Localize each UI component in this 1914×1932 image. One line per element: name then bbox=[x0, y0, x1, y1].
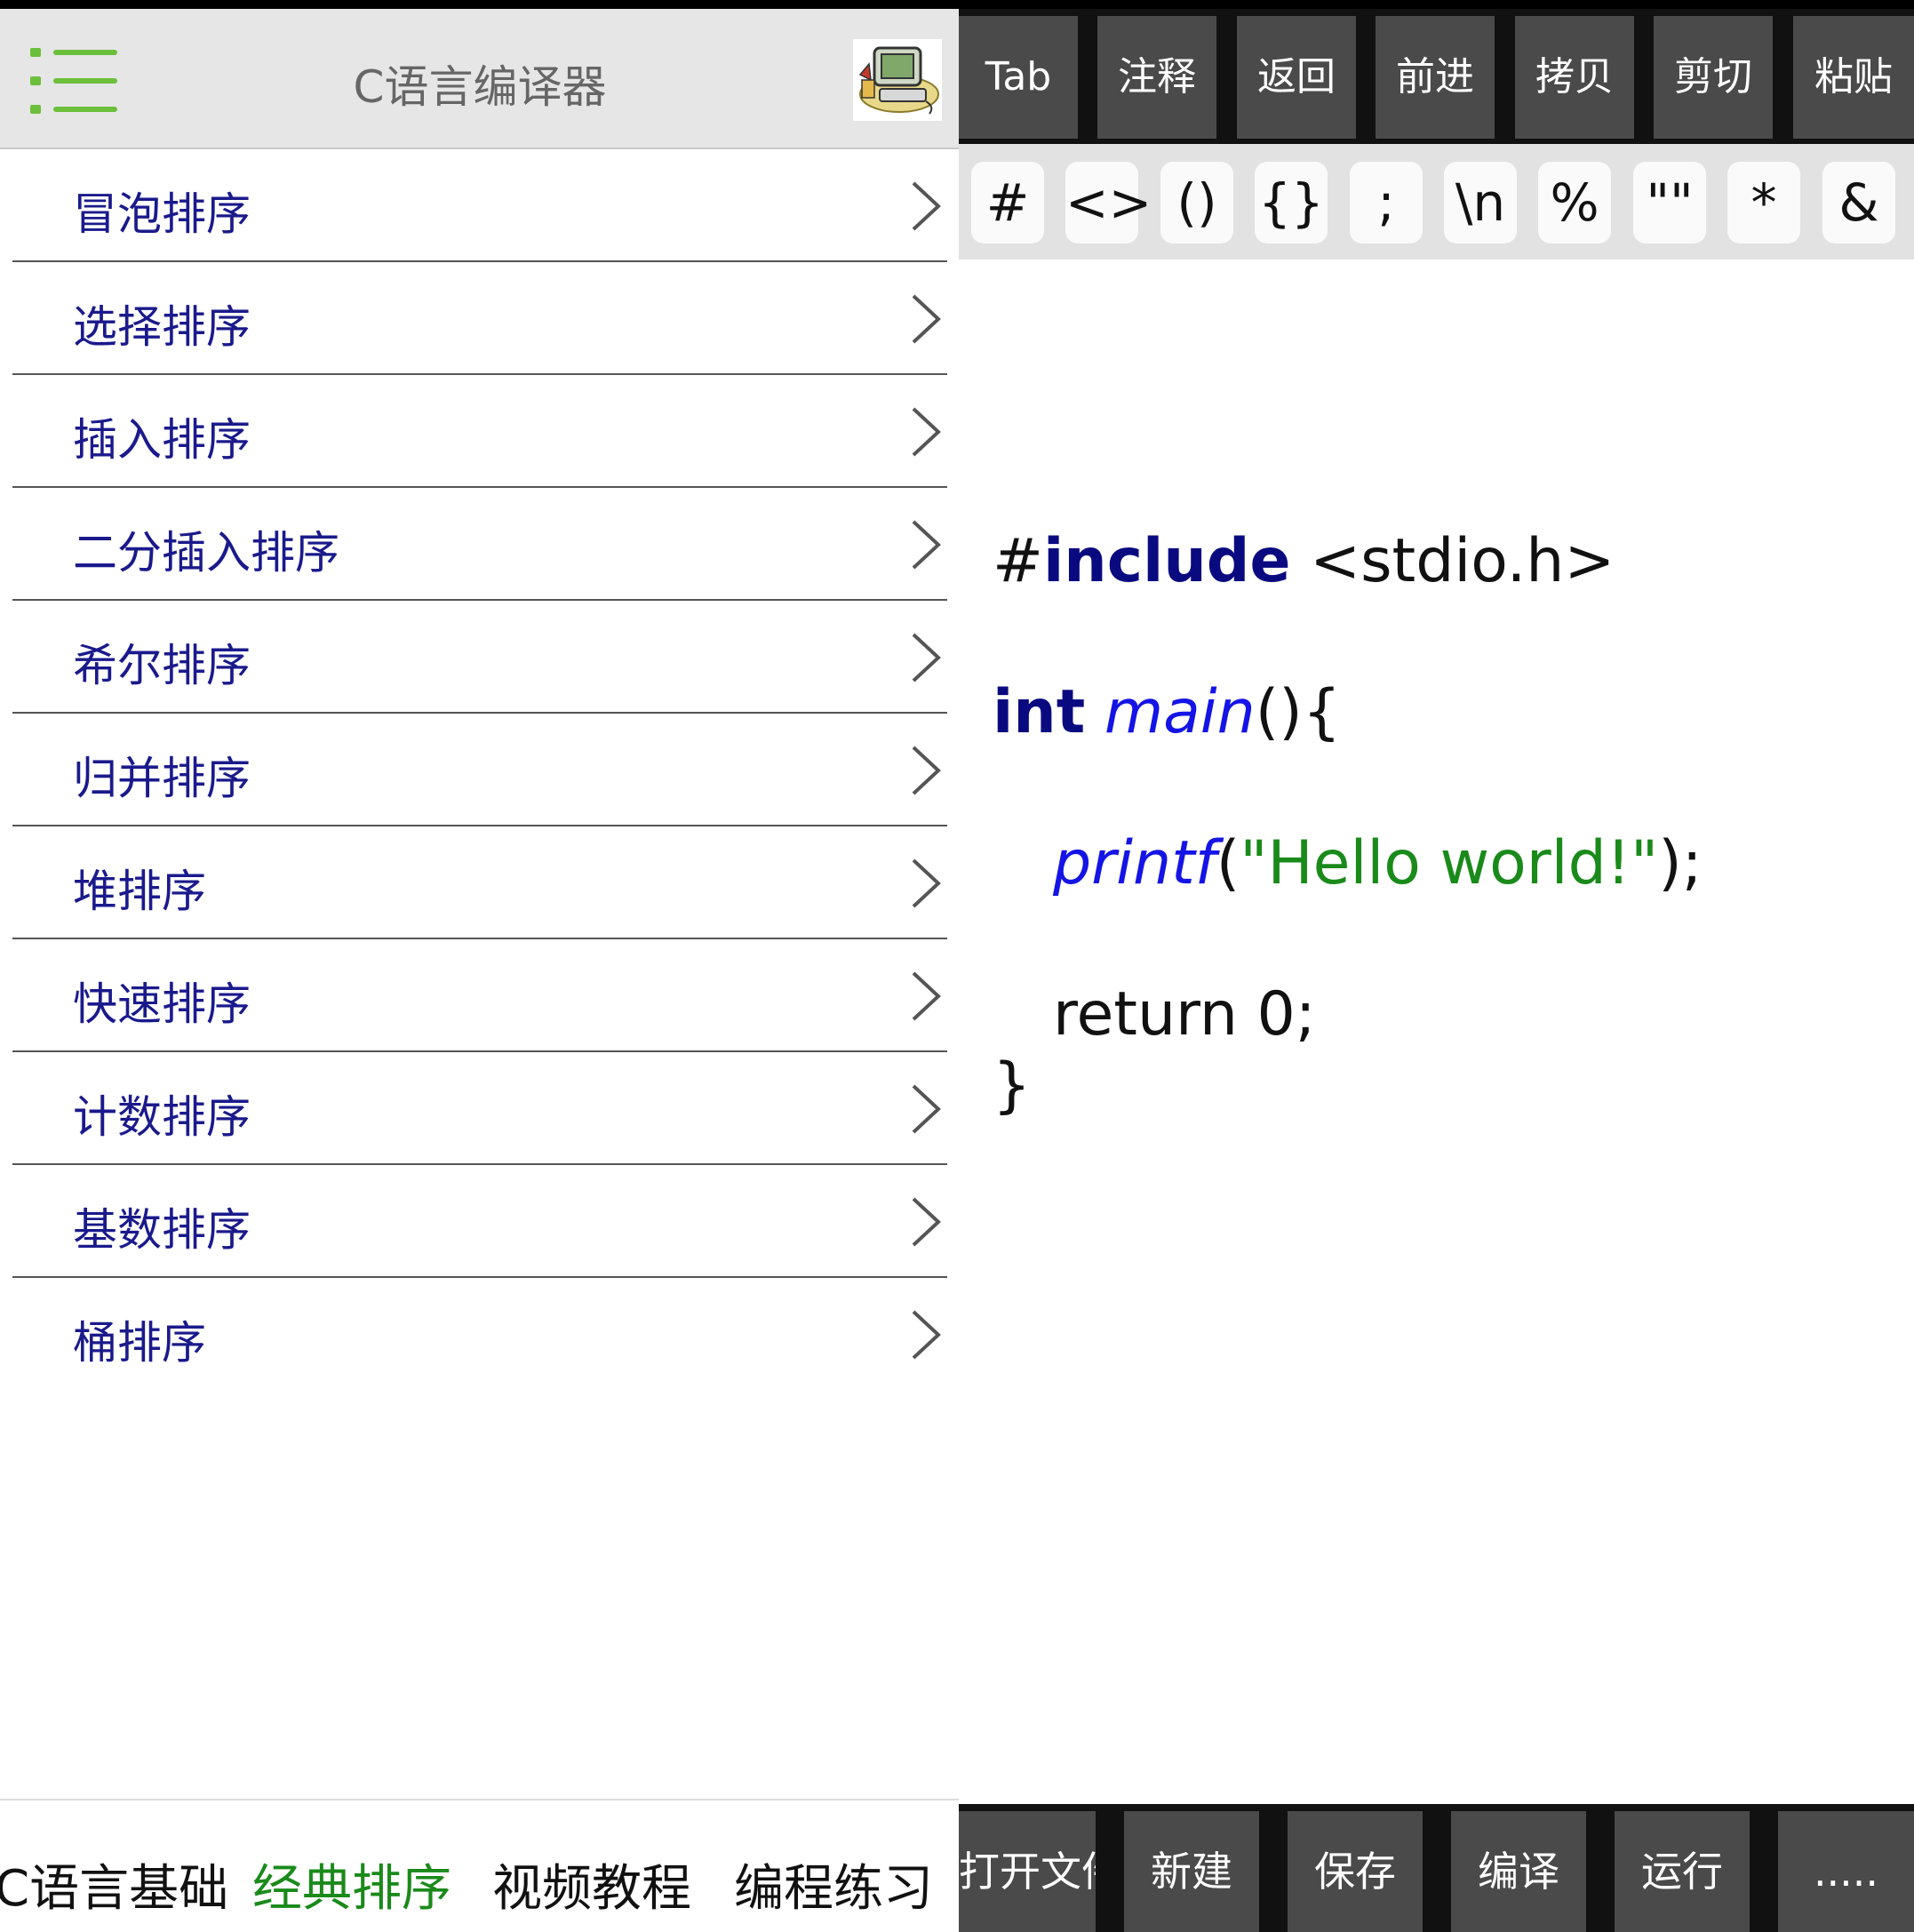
comment-button[interactable]: 注释 bbox=[1097, 16, 1216, 139]
list-item[interactable]: 堆排序 bbox=[12, 826, 947, 939]
list-item-label: 冒泡排序 bbox=[73, 188, 251, 240]
code-keyword: int bbox=[993, 677, 1086, 747]
hamburger-menu-icon[interactable] bbox=[30, 46, 119, 117]
sort-list: 冒泡排序 选择排序 插入排序 二分插入排序 希尔排序 归并排序 堆排序 快速排序… bbox=[12, 149, 947, 1391]
chevron-right-icon bbox=[912, 971, 941, 1021]
list-item-label: 希尔排序 bbox=[73, 640, 251, 691]
list-item-label: 快速排序 bbox=[73, 978, 251, 1030]
list-item[interactable]: 桶排序 bbox=[12, 1278, 947, 1391]
list-item[interactable]: 基数排序 bbox=[12, 1165, 947, 1278]
list-item-label: 二分插入排序 bbox=[73, 527, 339, 579]
chevron-right-icon bbox=[912, 1310, 941, 1360]
compile-button[interactable]: 编译 bbox=[1451, 1811, 1586, 1932]
sort-menu-panel: C语言编译器 冒泡排序 选择排序 插入排序 二分插入排序 希尔排序 归并排序 堆… bbox=[0, 9, 959, 1932]
symbol-newline-button[interactable]: \n bbox=[1444, 162, 1517, 243]
open-file-button[interactable]: 打开文件 bbox=[959, 1811, 1096, 1932]
list-item[interactable]: 二分插入排序 bbox=[12, 488, 947, 601]
save-button[interactable]: 保存 bbox=[1288, 1811, 1423, 1932]
list-item-label: 桶排序 bbox=[73, 1317, 206, 1369]
chevron-right-icon bbox=[912, 633, 941, 683]
tab-classic-sorting[interactable]: 经典排序 bbox=[252, 1848, 451, 1920]
redo-button[interactable]: 前进 bbox=[1376, 16, 1495, 139]
list-item-label: 计数排序 bbox=[73, 1091, 251, 1143]
list-item[interactable]: 快速排序 bbox=[12, 939, 947, 1052]
chevron-right-icon bbox=[912, 746, 941, 795]
symbol-semicolon-button[interactable]: ; bbox=[1350, 162, 1423, 243]
list-item[interactable]: 归并排序 bbox=[12, 714, 947, 826]
list-item-label: 归并排序 bbox=[73, 753, 251, 804]
run-button[interactable]: 运行 bbox=[1615, 1811, 1750, 1932]
code-token: ); bbox=[1658, 828, 1703, 898]
editor-toolbar-primary: Tab 注释 返回 前进 拷贝 剪切 粘贴 bbox=[959, 9, 1914, 144]
code-string: "Hello world!" bbox=[1240, 828, 1659, 898]
list-item[interactable]: 希尔排序 bbox=[12, 601, 947, 714]
bottom-tab-bar: C语言基础 经典排序 视频教程 编程练习 bbox=[0, 1799, 959, 1932]
code-function: main bbox=[1104, 677, 1256, 747]
code-keyword: include bbox=[1042, 526, 1291, 596]
symbol-hash-button[interactable]: # bbox=[971, 162, 1044, 243]
list-item-label: 堆排序 bbox=[73, 866, 206, 917]
computer-clipart-icon[interactable] bbox=[853, 39, 942, 121]
action-bar: 打开文件 新建 保存 编译 运行 ..... bbox=[959, 1804, 1914, 1932]
list-item[interactable]: 冒泡排序 bbox=[12, 149, 947, 262]
more-button[interactable]: ..... bbox=[1778, 1811, 1914, 1932]
list-item[interactable]: 计数排序 bbox=[12, 1052, 947, 1165]
app-header: C语言编译器 bbox=[0, 9, 959, 149]
app-title: C语言编译器 bbox=[353, 61, 607, 113]
symbol-braces-button[interactable]: {} bbox=[1255, 162, 1328, 243]
code-line-close-brace: } bbox=[993, 1050, 1032, 1121]
code-line-return: return 0; bbox=[1053, 979, 1316, 1050]
cut-button[interactable]: 剪切 bbox=[1654, 16, 1773, 139]
tab-c-basics[interactable]: C语言基础 bbox=[0, 1848, 228, 1920]
undo-button[interactable]: 返回 bbox=[1237, 16, 1356, 139]
symbol-percent-button[interactable]: % bbox=[1538, 162, 1611, 243]
chevron-right-icon bbox=[912, 1084, 941, 1134]
symbol-toolbar: # <> () {} ; \n % "" * & bbox=[959, 144, 1914, 259]
tab-video-tutorials[interactable]: 视频教程 bbox=[492, 1848, 691, 1920]
chevron-right-icon bbox=[912, 1197, 941, 1247]
code-line-include: #include <stdio.h> bbox=[993, 526, 1615, 596]
code-token: ( bbox=[1216, 828, 1240, 898]
paste-button[interactable]: 粘贴 bbox=[1793, 16, 1914, 139]
tab-key-button[interactable]: Tab bbox=[959, 16, 1078, 139]
list-item[interactable]: 选择排序 bbox=[12, 262, 947, 375]
symbol-ampersand-button[interactable]: & bbox=[1822, 162, 1895, 243]
tab-programming-practice[interactable]: 编程练习 bbox=[734, 1848, 933, 1920]
symbol-angle-brackets-button[interactable]: <> bbox=[1065, 162, 1152, 243]
copy-button[interactable]: 拷贝 bbox=[1515, 16, 1634, 139]
code-line-main: int main(){ bbox=[993, 677, 1341, 747]
code-token: <stdio.h> bbox=[1290, 526, 1615, 596]
symbol-asterisk-button[interactable]: * bbox=[1727, 162, 1800, 243]
code-token: # bbox=[993, 526, 1043, 596]
list-item[interactable]: 插入排序 bbox=[12, 375, 947, 488]
chevron-right-icon bbox=[912, 294, 941, 344]
chevron-right-icon bbox=[912, 181, 941, 231]
code-editor[interactable]: #include <stdio.h> int main(){ printf("H… bbox=[959, 259, 1914, 1806]
chevron-right-icon bbox=[912, 520, 941, 570]
new-file-button[interactable]: 新建 bbox=[1124, 1811, 1259, 1932]
code-editor-panel: Tab 注释 返回 前进 拷贝 剪切 粘贴 # <> () {} ; \n % … bbox=[959, 9, 1914, 1932]
status-strip bbox=[0, 0, 1914, 9]
list-item-label: 基数排序 bbox=[73, 1204, 251, 1256]
chevron-right-icon bbox=[912, 858, 941, 908]
chevron-right-icon bbox=[912, 407, 941, 457]
list-item-label: 插入排序 bbox=[73, 414, 251, 466]
code-line-printf: printf("Hello world!"); bbox=[1053, 828, 1703, 898]
code-function: printf bbox=[1053, 828, 1216, 898]
symbol-parentheses-button[interactable]: () bbox=[1160, 162, 1233, 243]
code-token: (){ bbox=[1255, 677, 1342, 747]
list-item-label: 选择排序 bbox=[73, 301, 251, 353]
symbol-quotes-button[interactable]: "" bbox=[1633, 162, 1706, 243]
